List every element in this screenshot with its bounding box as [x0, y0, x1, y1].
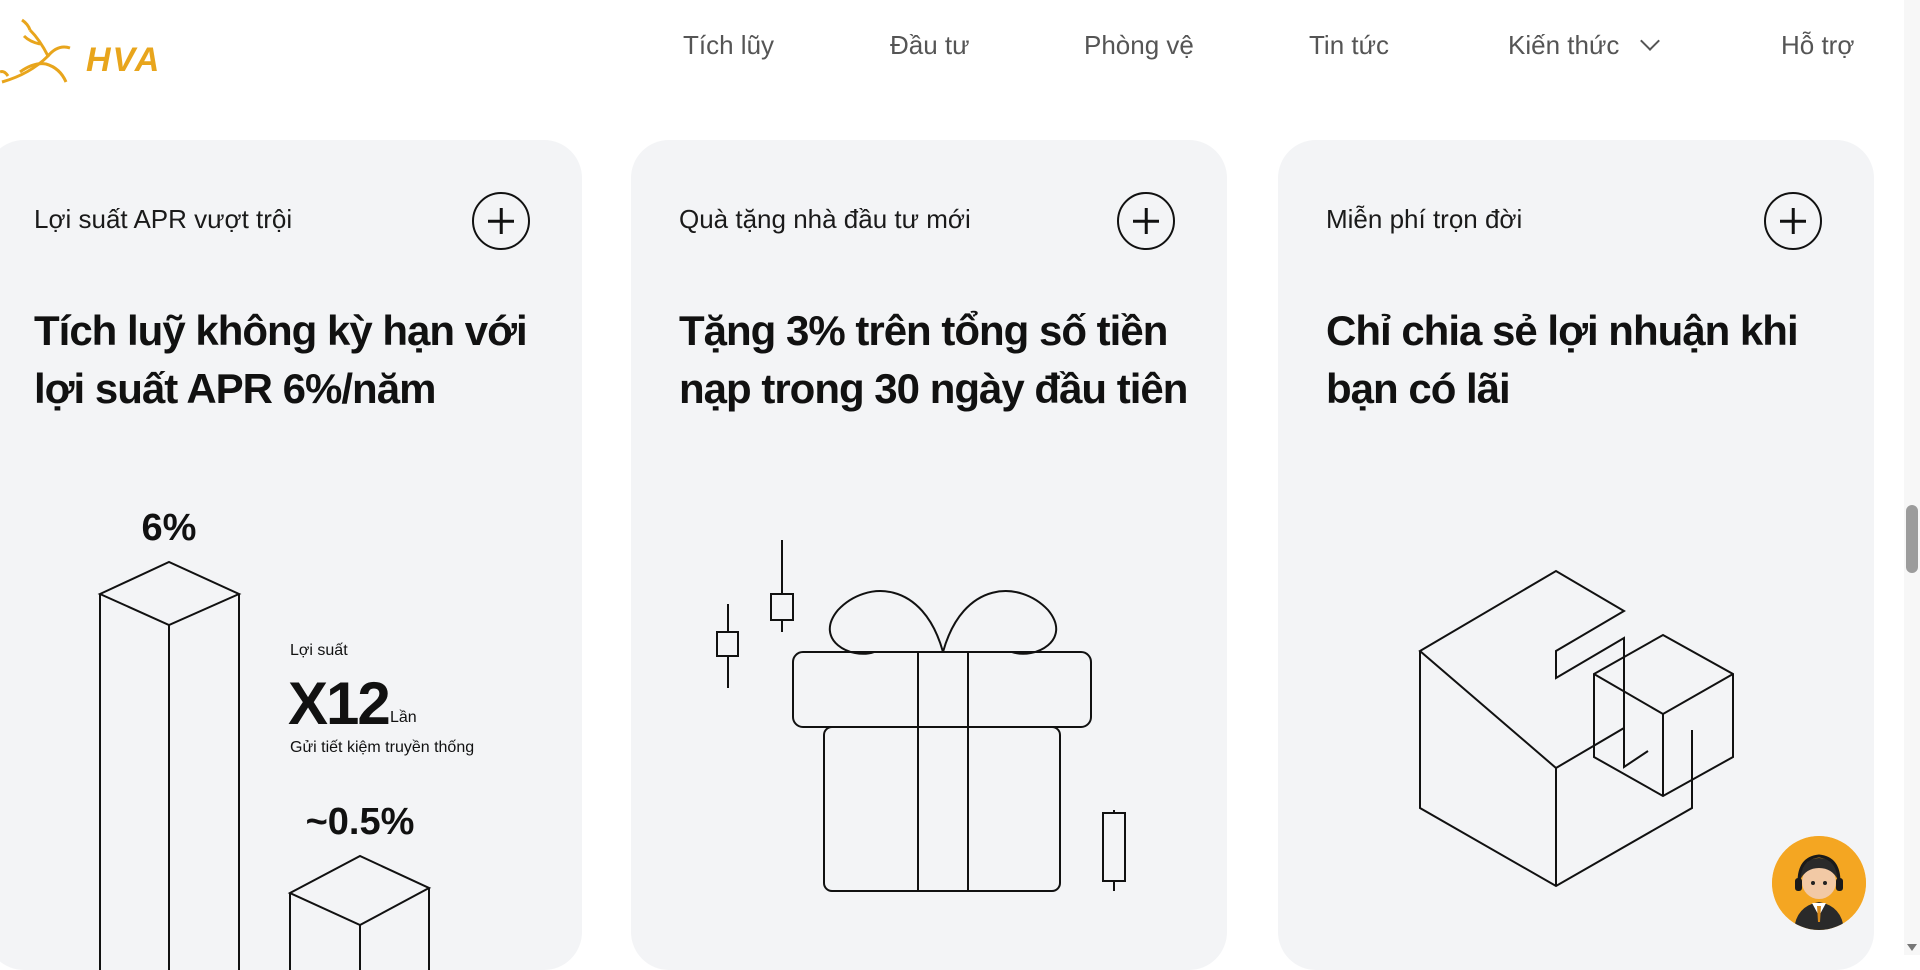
nav-item-dau-tu[interactable]: Đầu tư [890, 30, 970, 61]
box-icon [1418, 569, 1734, 888]
page-scrollbar[interactable] [1904, 0, 1920, 955]
apr-comparison-bars-illustration: 6% ~0.5% Lợi suất X12 Lần Gửi tiết kiệm … [97, 507, 474, 970]
header: HVA Tích lũy Đầu tư Phòng vệ Tin tức Kiế… [0, 0, 1904, 110]
brand-name: HVA [86, 41, 162, 79]
support-chat-button[interactable] [1772, 836, 1866, 930]
small-bar-label: ~0.5% [306, 801, 415, 843]
feature-card-free: Miễn phí trọn đời Chỉ chia sẻ lợi nhuận … [1278, 140, 1874, 970]
nav-item-kien-thuc[interactable]: Kiến thức [1508, 30, 1661, 61]
feature-card-apr: Lợi suất APR vượt trội Tích luỹ không kỳ… [0, 140, 582, 970]
support-avatar-icon [1772, 836, 1866, 930]
nav-item-phong-ve[interactable]: Phòng vệ [1084, 30, 1194, 61]
yield-multiplier: X12 [288, 670, 389, 737]
scrollbar-thumb[interactable] [1906, 505, 1918, 573]
chevron-down-icon [1640, 31, 1661, 51]
brand-logo[interactable]: HVA [0, 12, 170, 92]
nav-item-tich-luy[interactable]: Tích lũy [683, 30, 774, 61]
big-bar-label: 6% [142, 507, 197, 549]
yield-multiplier-unit: Lần [390, 709, 417, 726]
feature-card-gift: Quà tặng nhà đầu tư mới Tặng 3% trên tổn… [631, 140, 1227, 970]
gift-icon [716, 540, 1126, 892]
nav-item-ho-tro[interactable]: Hỗ trợ [1781, 30, 1854, 61]
nav-item-tin-tuc[interactable]: Tin tức [1309, 30, 1389, 61]
deer-logo-icon [0, 18, 71, 84]
traditional-savings-caption: Gửi tiết kiệm truyền thống [290, 739, 474, 756]
nav-item-kien-thuc-label: Kiến thức [1508, 30, 1620, 60]
yield-caption: Lợi suất [290, 642, 348, 659]
scroll-down-arrow-icon[interactable] [1907, 944, 1917, 951]
